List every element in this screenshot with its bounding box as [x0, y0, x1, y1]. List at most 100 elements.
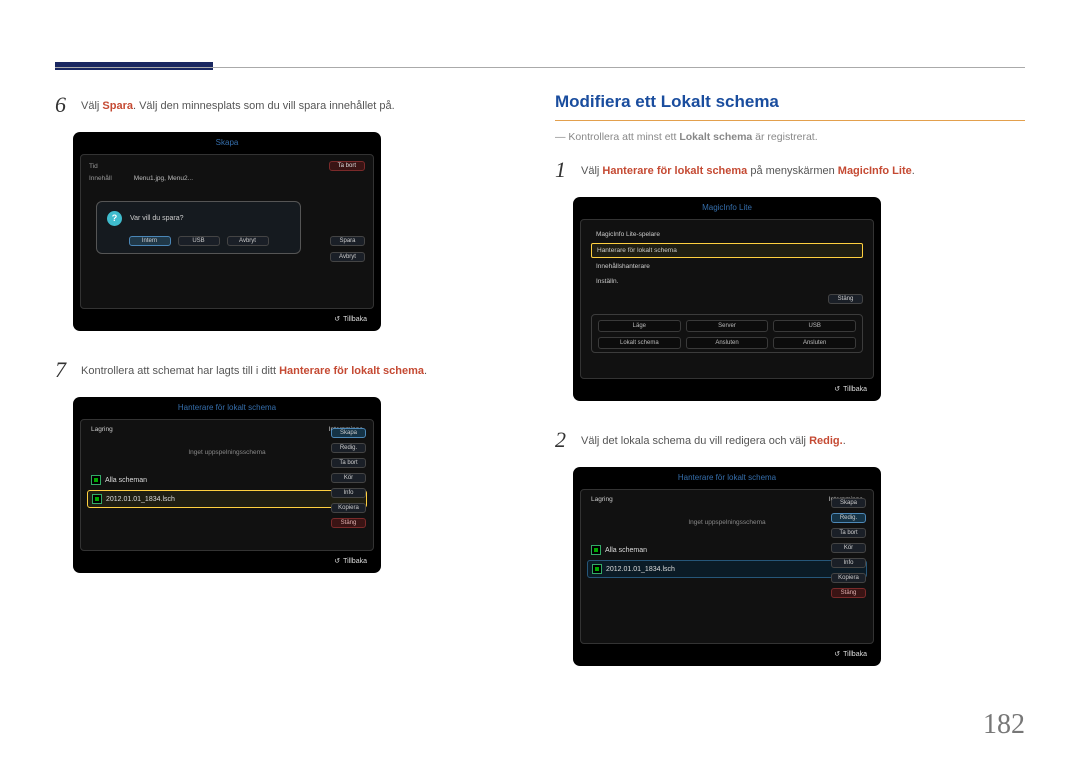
- panel-title: Skapa: [73, 132, 381, 151]
- panel-body: MagicInfo Lite-spelare Hanterare för lok…: [580, 219, 874, 379]
- kor-button[interactable]: Kör: [331, 473, 366, 483]
- step-number: 1: [555, 157, 581, 183]
- stang-button[interactable]: Stäng: [828, 294, 863, 304]
- txt: är registrerat.: [752, 131, 817, 143]
- schedule-item[interactable]: 2012.01.01_1834.lsch: [87, 490, 367, 508]
- panel-title: MagicInfo Lite: [573, 197, 881, 216]
- kopiera-button[interactable]: Kopiera: [331, 503, 366, 513]
- lbl-innehall: Innehåll: [89, 175, 112, 182]
- bold2: MagicInfo Lite: [838, 165, 912, 177]
- question-icon: ?: [107, 211, 122, 226]
- side-buttons: Skapa Redig. Ta bort Kör Info Kopiera St…: [331, 428, 366, 528]
- panel-hanterare-right: Hanterare för lokalt schema Lagring Inte…: [573, 467, 881, 666]
- foot-text: Tillbaka: [843, 651, 867, 658]
- bold1: Hanterare för lokalt schema: [602, 165, 747, 177]
- lagring-label: Lagring: [91, 426, 113, 433]
- grid-head-server: Server: [686, 320, 769, 332]
- magic-menu: MagicInfo Lite-spelare Hanterare för lok…: [591, 228, 863, 288]
- header-accent-bar: [55, 62, 213, 70]
- txt: Välj det lokala schema du vill redigera …: [581, 435, 809, 447]
- no-schedule-text: Inget uppspelningsschema: [87, 449, 367, 456]
- avbryt-button[interactable]: Avbryt: [330, 252, 365, 262]
- panel-title: Hanterare för lokalt schema: [573, 467, 881, 486]
- return-icon: ↺: [834, 650, 840, 658]
- all-schemas-row[interactable]: Alla scheman: [87, 472, 367, 488]
- step-7-text: Kontrollera att schemat har lagts till i…: [81, 357, 427, 383]
- checkbox-icon: [91, 477, 105, 484]
- panel-body: Tid Innehåll Menu1.jpg, Menu2... Ta bort…: [80, 154, 374, 309]
- step-number: 2: [555, 427, 581, 453]
- grid-val-usb: Ansluten: [773, 337, 856, 349]
- panel-foot: ↺Tillbaka: [573, 648, 881, 662]
- tabort-button[interactable]: Ta bort: [329, 161, 365, 171]
- txt: Välj: [81, 100, 102, 112]
- checkbox-icon: [591, 547, 605, 554]
- left-column: 6 Välj Spara. Välj den minnesplats som d…: [55, 92, 525, 599]
- tabort-button[interactable]: Ta bort: [331, 458, 366, 468]
- panel-foot: ↺Tillbaka: [73, 313, 381, 327]
- menu-item-install[interactable]: Inställn.: [591, 275, 863, 288]
- menu-item-innehall[interactable]: Innehållshanterare: [591, 260, 863, 273]
- grid-val-lage: Lokalt schema: [598, 337, 681, 349]
- grid-val-server: Ansluten: [686, 337, 769, 349]
- panel-body: Lagring Internminne Inget uppspelningssc…: [80, 419, 374, 551]
- foot-text: Tillbaka: [343, 558, 367, 565]
- menu-item-hanterare[interactable]: Hanterare för lokalt schema: [591, 243, 863, 258]
- return-icon: ↺: [334, 557, 340, 565]
- step-1-text: Välj Hanterare för lokalt schema på meny…: [581, 157, 915, 183]
- grid-head-lage: Läge: [598, 320, 681, 332]
- txt: Kontrollera att minst ett: [568, 131, 679, 143]
- stang-button[interactable]: Stäng: [831, 588, 866, 598]
- panel-foot: ↺Tillbaka: [573, 383, 881, 397]
- kor-button[interactable]: Kör: [831, 543, 866, 553]
- step-2-text: Välj det lokala schema du vill redigera …: [581, 427, 846, 453]
- all-label: Alla scheman: [105, 477, 147, 484]
- bold-spara: Spara: [102, 100, 133, 112]
- popup-avbryt[interactable]: Avbryt: [227, 236, 269, 246]
- skapa-button[interactable]: Skapa: [331, 428, 366, 438]
- step-1: 1 Välj Hanterare för lokalt schema på me…: [555, 157, 1025, 183]
- popup-usb[interactable]: USB: [178, 236, 220, 246]
- save-popup: ? Var vill du spara? Intern USB Avbryt: [96, 201, 301, 254]
- status-grid: Läge Server USB Lokalt schema Ansluten A…: [591, 314, 863, 353]
- foot-text: Tillbaka: [343, 316, 367, 323]
- txt: .: [843, 435, 846, 447]
- checkbox-icon: [92, 496, 106, 503]
- lbl-tid: Tid: [89, 163, 98, 170]
- right-column: Modifiera ett Lokalt schema Kontrollera …: [555, 92, 1025, 692]
- side-buttons: Skapa Redig. Ta bort Kör Info Kopiera St…: [831, 498, 866, 598]
- redig-button[interactable]: Redig.: [831, 513, 866, 523]
- txt: på menyskärmen: [747, 165, 837, 177]
- info-button[interactable]: Info: [331, 488, 366, 498]
- kopiera-button[interactable]: Kopiera: [831, 573, 866, 583]
- stang-button[interactable]: Stäng: [331, 518, 366, 528]
- popup-intern[interactable]: Intern: [129, 236, 171, 246]
- panel-hanterare-left: Hanterare för lokalt schema Lagring Inte…: [73, 397, 381, 573]
- no-schedule-text: Inget uppspelningsschema: [587, 519, 867, 526]
- step-6: 6 Välj Spara. Välj den minnesplats som d…: [55, 92, 525, 118]
- val-content: Menu1.jpg, Menu2...: [134, 175, 193, 182]
- spara-button[interactable]: Spara: [330, 236, 365, 246]
- foot-text: Tillbaka: [843, 386, 867, 393]
- grid-head-usb: USB: [773, 320, 856, 332]
- txt: . Välj den minnesplats som du vill spara…: [133, 100, 395, 112]
- bold-hant: Hanterare för lokalt schema: [279, 365, 424, 377]
- info-button[interactable]: Info: [831, 558, 866, 568]
- txt: Välj: [581, 165, 602, 177]
- return-icon: ↺: [834, 385, 840, 393]
- menu-item-player[interactable]: MagicInfo Lite-spelare: [591, 228, 863, 241]
- sched-filename: 2012.01.01_1834.lsch: [106, 496, 175, 503]
- lagring-label: Lagring: [591, 496, 613, 503]
- skapa-button[interactable]: Skapa: [831, 498, 866, 508]
- redig-button[interactable]: Redig.: [331, 443, 366, 453]
- txt: .: [424, 365, 427, 377]
- txt: Kontrollera att schemat har lagts till i…: [81, 365, 279, 377]
- tabort-button[interactable]: Ta bort: [831, 528, 866, 538]
- bold-redig: Redig.: [809, 435, 843, 447]
- all-schemas-row[interactable]: Alla scheman: [587, 542, 867, 558]
- schedule-item[interactable]: 2012.01.01_1834.lsch: [587, 560, 867, 578]
- panel-skapa: Skapa Tid Innehåll Menu1.jpg, Menu2... T…: [73, 132, 381, 331]
- step-6-text: Välj Spara. Välj den minnesplats som du …: [81, 92, 395, 118]
- step-number: 7: [55, 357, 81, 383]
- sched-filename: 2012.01.01_1834.lsch: [606, 566, 675, 573]
